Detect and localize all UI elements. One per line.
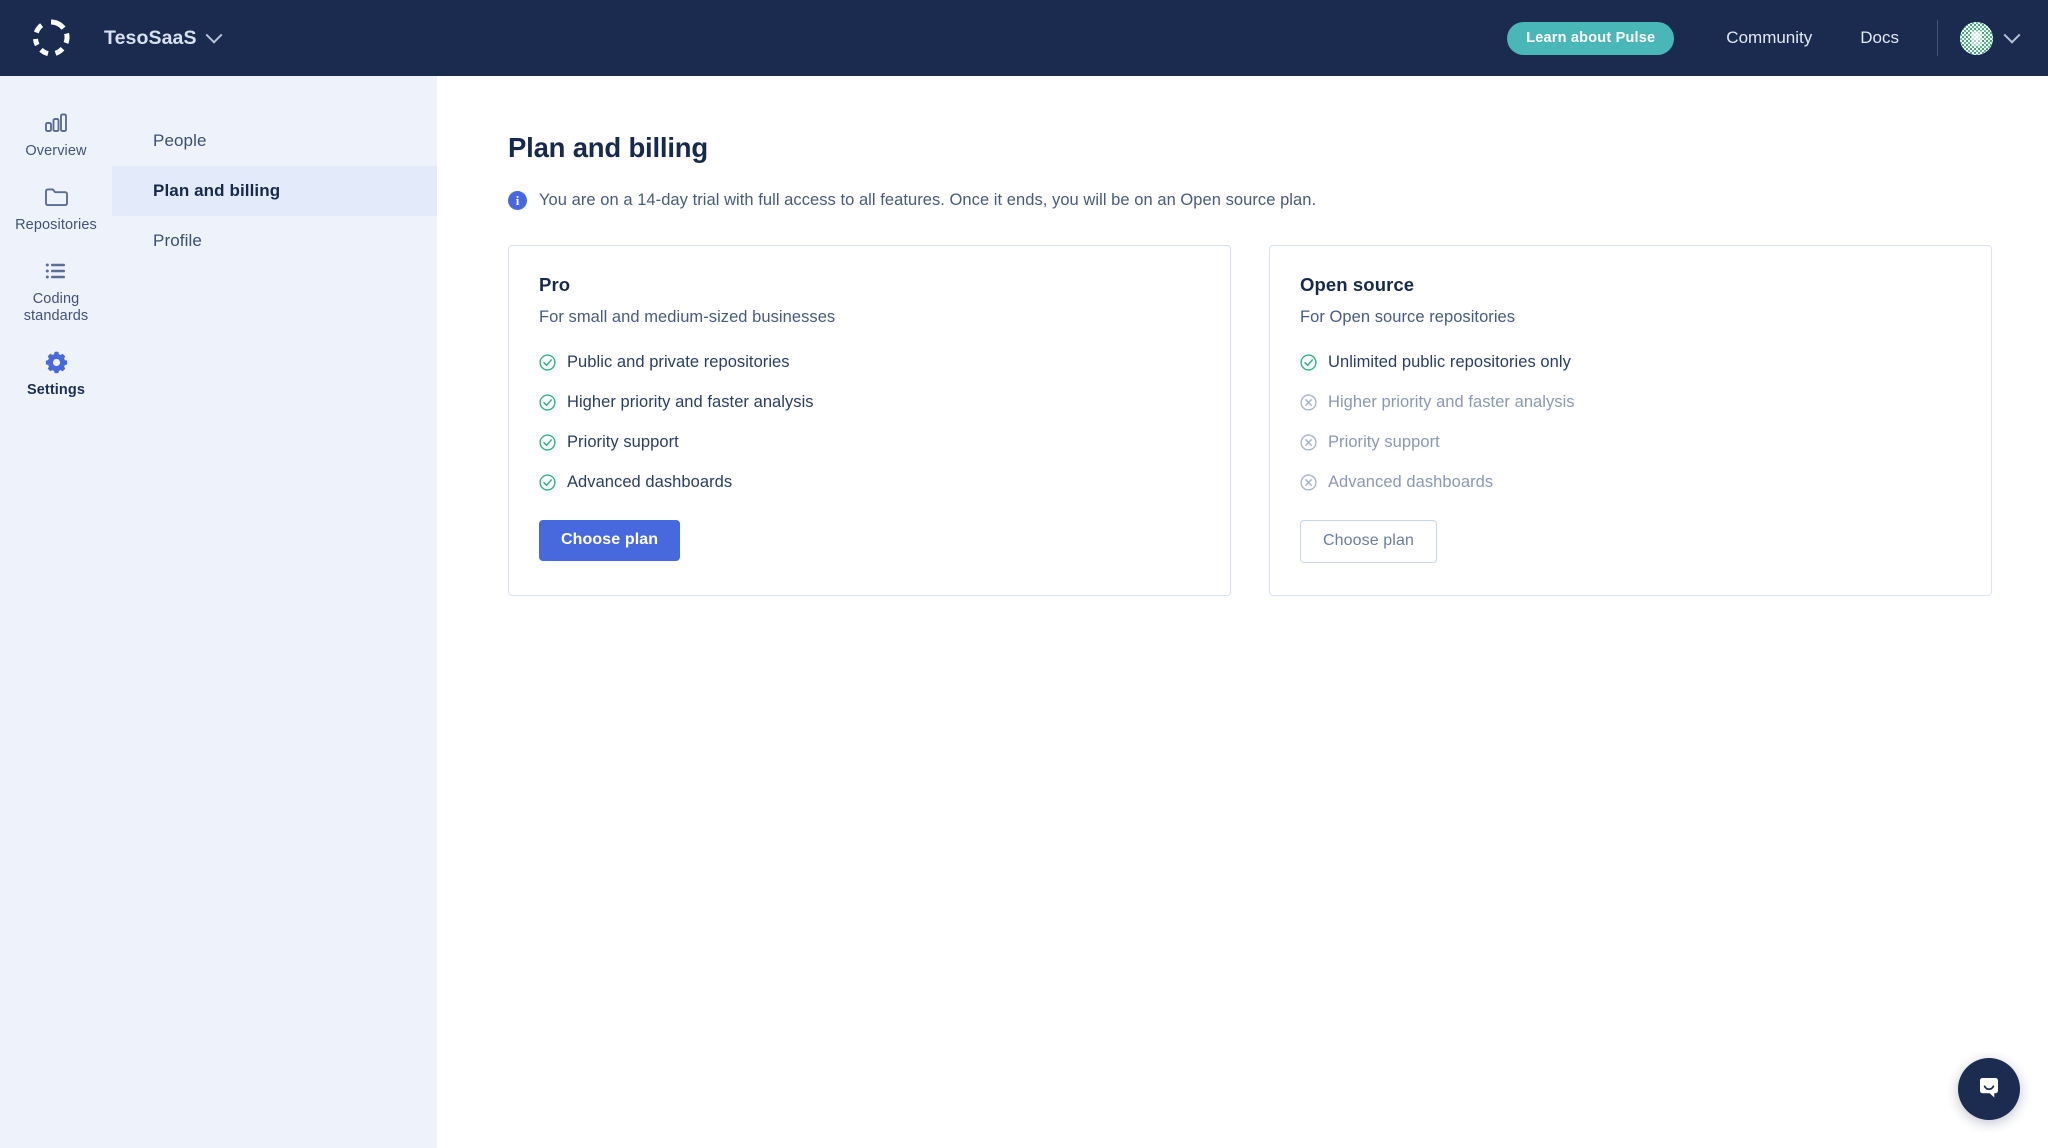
feature-item: Higher priority and faster analysis (1300, 393, 1961, 412)
top-navigation-right: Learn about Pulse Community Docs (1507, 20, 2022, 56)
plan-card-action: Choose plan (539, 520, 1200, 561)
brand-group: TesoSaaS (30, 17, 223, 59)
feature-label: Priority support (1328, 433, 1440, 451)
feature-item: Priority support (539, 433, 1200, 452)
plan-description: For small and medium-sized businesses (539, 308, 836, 326)
info-icon: i (508, 191, 527, 210)
sidebar-item-label: Coding standards (23, 291, 89, 324)
org-switcher[interactable]: TesoSaaS (104, 26, 223, 50)
settings-subnav: People Plan and billing Profile (112, 76, 437, 1148)
feature-item: Public and private repositories (539, 353, 1200, 372)
nav-link-docs[interactable]: Docs (1836, 28, 1923, 48)
feature-label: Higher priority and faster analysis (1328, 393, 1575, 411)
main-content: Plan and billing i You are on a 14-day t… (437, 76, 2048, 1148)
check-circle-icon (539, 474, 556, 491)
plan-card-open-source: Open source For Open source repositories… (1269, 245, 1992, 596)
plan-card-action: Choose plan (1300, 520, 1961, 563)
chat-launcher-button[interactable] (1958, 1058, 2020, 1120)
subnav-item-plan-and-billing[interactable]: Plan and billing (112, 166, 437, 216)
list-icon (44, 258, 68, 284)
sidebar-item-coding-standards[interactable]: Coding standards (0, 246, 112, 337)
feature-item: Priority support (1300, 433, 1961, 452)
feature-label: Public and private repositories (567, 353, 790, 371)
feature-label: Advanced dashboards (1328, 473, 1494, 491)
chevron-down-icon (205, 26, 223, 44)
plan-name: Open source (1300, 274, 1415, 295)
bar-chart-icon (44, 110, 68, 136)
feature-item: Advanced dashboards (1300, 473, 1961, 492)
sidebar-item-overview[interactable]: Overview (0, 98, 112, 172)
primary-sidebar: Overview Repositories Coding standards S… (0, 76, 112, 1148)
dashed-circle-logo-icon[interactable] (30, 17, 72, 59)
feature-list: Public and private repositories Higher p… (539, 353, 1200, 492)
cross-circle-icon (1300, 474, 1317, 491)
trial-info-banner: i You are on a 14-day trial with full ac… (508, 191, 1992, 210)
feature-label: Unlimited public repositories only (1328, 353, 1571, 371)
page-title: Plan and billing (508, 132, 709, 163)
nav-divider (1937, 20, 1938, 56)
org-name: TesoSaaS (104, 26, 197, 49)
plan-card-pro: Pro For small and medium-sized businesse… (508, 245, 1231, 596)
sidebar-item-label: Overview (25, 143, 87, 159)
feature-item: Advanced dashboards (539, 473, 1200, 492)
chat-bubble-smile-icon (1974, 1073, 2004, 1106)
feature-label: Advanced dashboards (567, 473, 733, 491)
subnav-item-profile[interactable]: Profile (112, 216, 437, 266)
check-circle-icon (539, 354, 556, 371)
cross-circle-icon (1300, 394, 1317, 411)
sidebar-item-label: Repositories (15, 217, 97, 233)
feature-item: Unlimited public repositories only (1300, 353, 1961, 372)
plan-cards-row: Pro For small and medium-sized businesse… (508, 245, 1992, 596)
trial-info-text: You are on a 14-day trial with full acce… (539, 191, 1317, 209)
chevron-down-icon (2003, 26, 2021, 44)
feature-label: Higher priority and faster analysis (567, 393, 814, 411)
learn-about-pulse-button[interactable]: Learn about Pulse (1507, 21, 1675, 55)
choose-plan-button-open-source[interactable]: Choose plan (1300, 520, 1437, 563)
feature-item: Higher priority and faster analysis (539, 393, 1200, 412)
nav-link-community[interactable]: Community (1702, 28, 1836, 48)
check-circle-icon (539, 434, 556, 451)
cross-circle-icon (1300, 434, 1317, 451)
choose-plan-button-pro[interactable]: Choose plan (539, 520, 681, 561)
plan-name: Pro (539, 274, 571, 295)
gear-icon (44, 349, 69, 375)
avatar (1960, 21, 1993, 55)
feature-label: Priority support (567, 433, 679, 451)
subnav-item-people[interactable]: People (112, 116, 437, 166)
folder-icon (44, 184, 69, 210)
sidebar-item-settings[interactable]: Settings (0, 337, 112, 411)
sidebar-item-label: Settings (27, 382, 85, 398)
plan-description: For Open source repositories (1300, 308, 1516, 326)
feature-list: Unlimited public repositories only Highe… (1300, 353, 1961, 492)
top-navigation-bar: TesoSaaS Learn about Pulse Community Doc… (0, 0, 2048, 76)
user-menu[interactable] (1960, 21, 2022, 55)
check-circle-icon (539, 394, 556, 411)
sidebar-item-repositories[interactable]: Repositories (0, 172, 112, 246)
check-circle-icon (1300, 354, 1317, 371)
